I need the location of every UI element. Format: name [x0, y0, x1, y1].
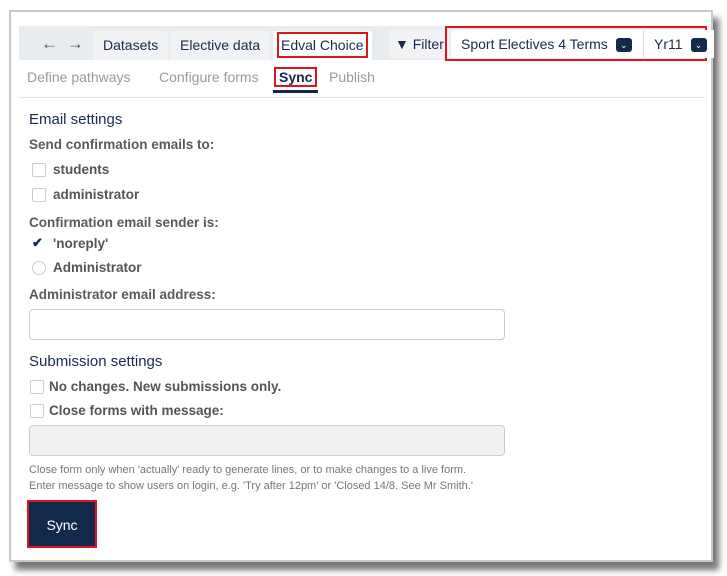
- tab-datasets[interactable]: Datasets: [93, 31, 169, 60]
- help-text-1: Close form only when 'actually' ready to…: [29, 464, 467, 476]
- noreply-radio-checked-icon[interactable]: ✔: [32, 235, 43, 251]
- help-text-2: Enter message to show users on login, e.…: [29, 480, 473, 492]
- close-message-input[interactable]: [29, 425, 505, 456]
- forward-arrow-icon[interactable]: →: [67, 34, 84, 53]
- chevron-down-icon: ⌄: [690, 38, 707, 53]
- subtab-publish[interactable]: Publish: [329, 69, 375, 85]
- sender-label: Confirmation email sender is:: [29, 215, 219, 230]
- app-window: ← → Datasets Elective data Edval Choice …: [9, 10, 714, 562]
- students-label: students: [53, 162, 110, 177]
- dataset-select[interactable]: Sport Electives 4 Terms ⌄: [451, 30, 651, 58]
- tab-elective-data[interactable]: Elective data: [170, 31, 271, 60]
- subtab-define-pathways[interactable]: Define pathways: [27, 69, 131, 85]
- noreply-label: 'noreply': [53, 236, 109, 251]
- subtab-configure-forms[interactable]: Configure forms: [159, 69, 259, 85]
- sub-tabs: Define pathways Configure forms Sync Pub…: [19, 60, 705, 98]
- students-checkbox[interactable]: [32, 163, 46, 177]
- submission-settings-heading: Submission settings: [29, 353, 163, 370]
- administrator-sender-label: Administrator: [53, 260, 142, 275]
- tab-edval-choice[interactable]: Edval Choice: [277, 32, 368, 58]
- year-select[interactable]: Yr11 ⌄: [643, 30, 714, 58]
- top-toolbar: ← → Datasets Elective data Edval Choice …: [19, 26, 714, 61]
- admin-email-input[interactable]: [29, 309, 505, 340]
- close-forms-label: Close forms with message:: [49, 403, 224, 418]
- filter-button[interactable]: ▼ Filter: [389, 30, 450, 58]
- subtab-sync[interactable]: Sync: [272, 67, 319, 93]
- admin-email-label: Administrator email address:: [29, 287, 216, 302]
- filter-label: Filter: [412, 36, 444, 52]
- administrator-checkbox[interactable]: [32, 188, 46, 202]
- chevron-down-icon: ⌄: [615, 38, 632, 53]
- send-to-label: Send confirmation emails to:: [29, 137, 215, 152]
- no-changes-label: No changes. New submissions only.: [49, 379, 282, 394]
- administrator-label: administrator: [53, 187, 140, 202]
- back-arrow-icon[interactable]: ←: [41, 34, 58, 53]
- history-nav: ← →: [41, 34, 84, 54]
- email-settings-heading: Email settings: [29, 111, 123, 128]
- no-changes-checkbox[interactable]: [30, 380, 44, 394]
- year-select-value: Yr11: [654, 36, 683, 52]
- close-forms-checkbox[interactable]: [30, 404, 44, 418]
- sync-button[interactable]: Sync: [27, 500, 97, 548]
- dataset-select-value: Sport Electives 4 Terms: [461, 36, 608, 52]
- filter-icon: ▼: [395, 36, 409, 52]
- administrator-radio[interactable]: [32, 261, 46, 275]
